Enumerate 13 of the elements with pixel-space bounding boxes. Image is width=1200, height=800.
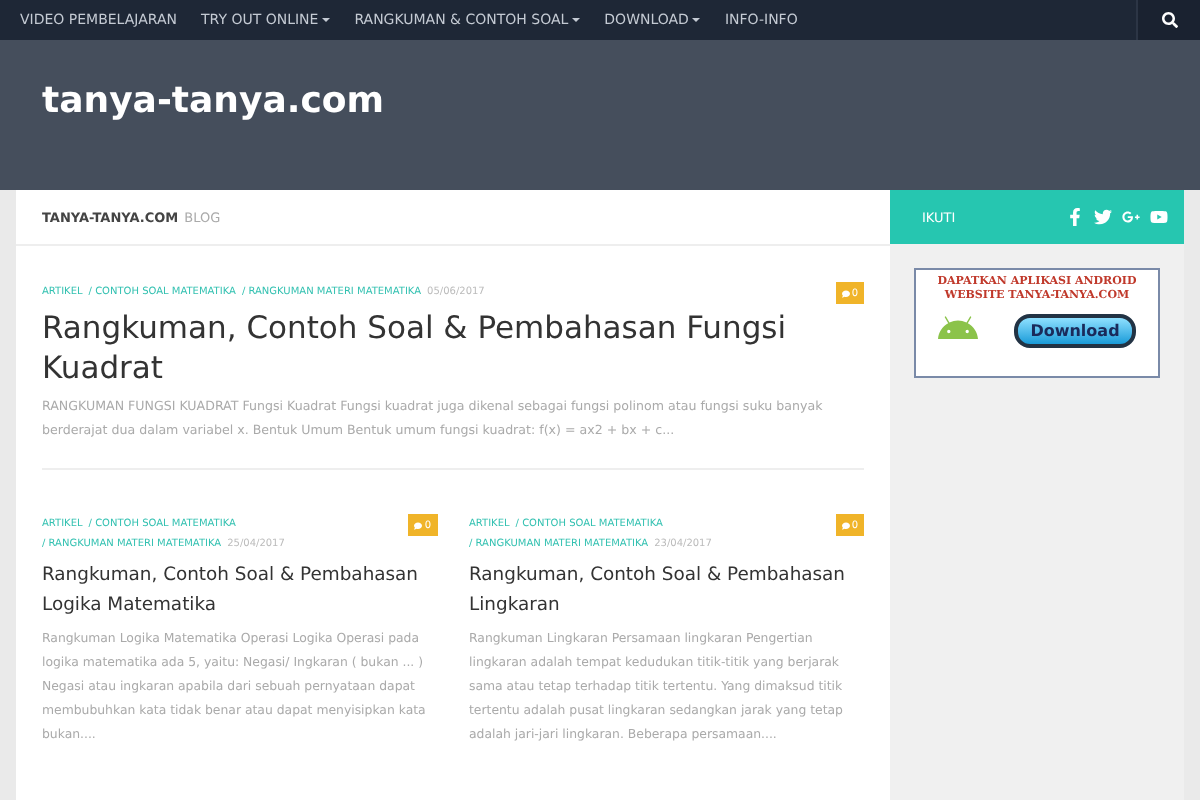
search-button[interactable]: [1136, 0, 1200, 40]
post-title[interactable]: Rangkuman, Contoh Soal & Pembahasan Lingkaran: [469, 560, 864, 620]
post-title[interactable]: Rangkuman, Contoh Soal & Pembahasan Logika Matematika: [42, 560, 437, 620]
twitter-icon[interactable]: [1094, 208, 1112, 226]
youtube-icon[interactable]: [1150, 208, 1168, 226]
post-title[interactable]: Rangkuman, Contoh Soal & Pembahasan Fungsi Kuadrat: [42, 308, 864, 388]
speech-bubble-icon: [841, 289, 850, 297]
facebook-icon[interactable]: [1066, 208, 1084, 226]
google-plus-icon[interactable]: [1122, 208, 1140, 226]
speech-bubble-icon: [414, 521, 423, 529]
download-button[interactable]: Download: [1014, 313, 1136, 347]
search-icon: [1161, 12, 1177, 28]
speech-bubble-icon: [841, 521, 850, 529]
